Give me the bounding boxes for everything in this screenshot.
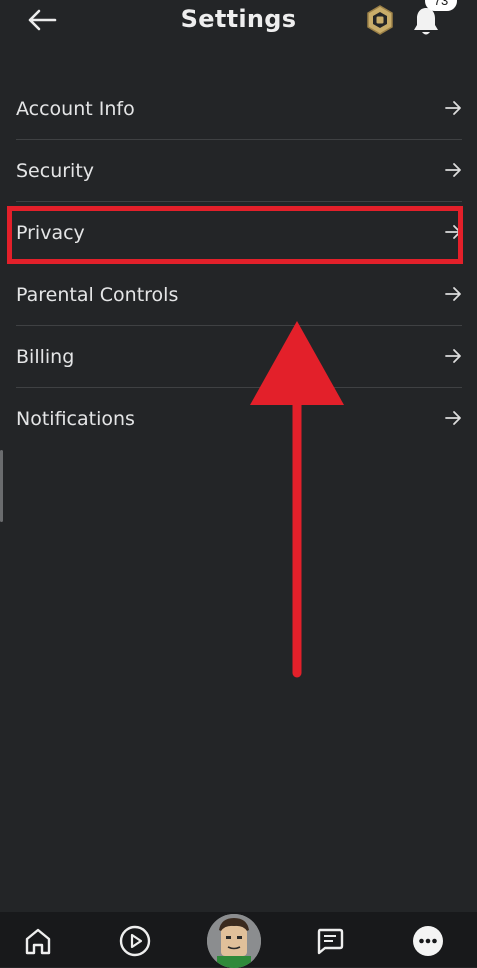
bottom-nav-bar [0,912,477,968]
menu-item-label: Privacy [16,221,85,244]
nav-avatar-button[interactable] [207,914,261,968]
nav-home-button[interactable] [20,923,56,959]
home-icon [25,928,51,955]
menu-item-label: Security [16,159,95,182]
arrow-right-icon [445,411,461,425]
more-icon [413,926,443,956]
chat-icon [317,928,344,955]
avatar [207,914,261,968]
menu-item-label: Account Info [16,97,135,120]
menu-item-parental-controls[interactable]: Parental Controls [16,264,462,326]
menu-item-billing[interactable]: Billing [16,326,462,388]
menu-item-notifications[interactable]: Notifications [16,388,462,449]
menu-item-privacy[interactable]: Privacy [16,202,462,264]
menu-item-label: Parental Controls [16,283,179,306]
nav-play-button[interactable] [117,923,153,959]
robux-button[interactable] [363,3,397,37]
arrow-right-icon [445,163,461,177]
arrow-right-icon [445,225,461,239]
page-title: Settings [180,5,297,33]
menu-item-label: Notifications [16,407,135,430]
nav-more-button[interactable] [410,923,446,959]
menu-item-account-info[interactable]: Account Info [16,78,462,140]
arrow-right-icon [445,349,461,363]
settings-menu: Account Info Security Privacy Parental C… [16,78,462,449]
top-bar: Settings 73 [0,0,477,44]
notifications-button[interactable]: 73 [409,0,457,39]
play-icon [119,925,151,957]
notification-count-badge: 73 [425,0,457,11]
robux-icon [367,5,393,35]
scroll-indicator [0,450,3,522]
menu-item-security[interactable]: Security [16,140,462,202]
arrow-right-icon [445,101,461,115]
nav-chat-button[interactable] [312,923,348,959]
menu-item-label: Billing [16,345,75,368]
arrow-right-icon [445,287,461,301]
